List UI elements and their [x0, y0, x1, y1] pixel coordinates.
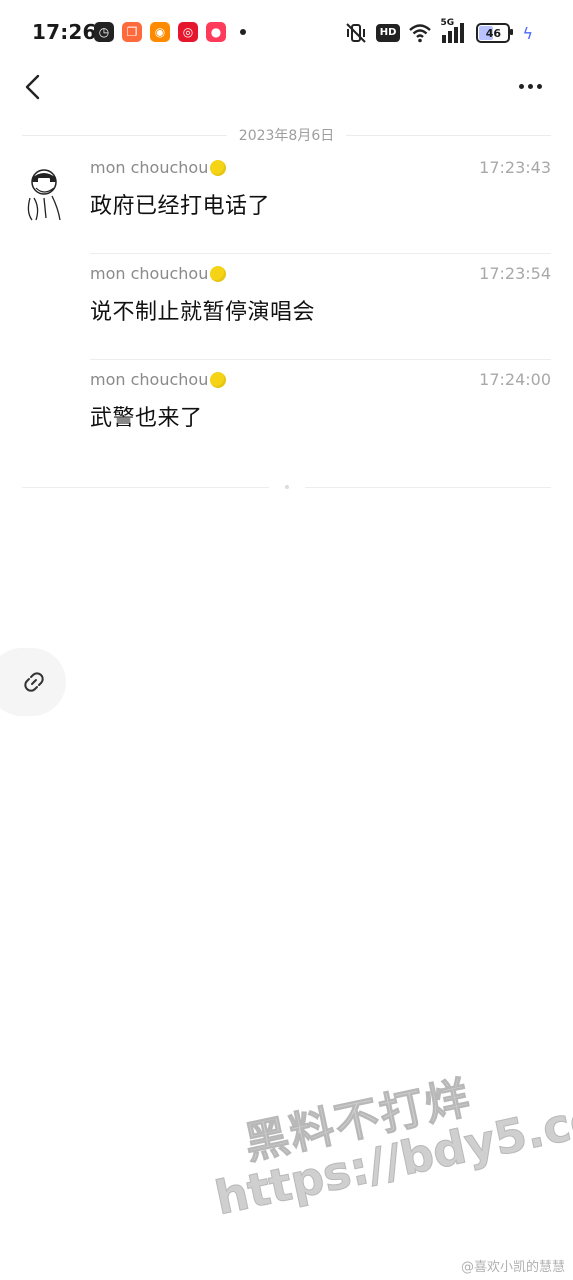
source-credit: @喜欢小凯的慧慧 [460, 1260, 565, 1275]
clock-app-icon: ◷ [94, 22, 114, 42]
weibo-icon: ◎ [178, 22, 198, 42]
message-item[interactable]: mon chouchou 17:23:54 说不制止就暂停演唱会 [90, 254, 551, 360]
sender-name: mon chouchou [90, 264, 227, 283]
wifi-icon [409, 24, 432, 43]
divider-line [346, 134, 552, 136]
emoji-icon [210, 159, 227, 176]
hd-badge: HD [375, 24, 401, 42]
message-time: 17:24:00 [479, 370, 551, 389]
message-time: 17:23:43 [479, 158, 551, 177]
message-item[interactable]: mon chouchou 17:24:00 武警也来了 [90, 360, 551, 466]
mute-vibrate-icon [346, 23, 366, 43]
app-icon-3: ◉ [150, 22, 170, 42]
app-icon-2: ❐ [122, 22, 142, 42]
network-type: 5G [440, 18, 455, 28]
message-text: 政府已经打电话了 [90, 194, 271, 219]
sender-label: mon chouchou [90, 264, 209, 283]
battery-icon: 46 [476, 23, 514, 43]
sender-name: mon chouchou [90, 370, 227, 389]
system-icons: HD 5G 46 ϟ [344, 18, 533, 46]
battery-level: 46 [485, 26, 502, 40]
divider-line [22, 486, 269, 488]
emoji-icon [210, 371, 227, 388]
status-time: 17:26 [32, 20, 97, 44]
date-label: 2023年8月6日 [238, 128, 335, 144]
end-of-messages-divider [22, 485, 551, 489]
message-text: 说不制止就暂停演唱会 [90, 300, 316, 325]
watermark: 黑料不打烊 https://bdy5.co [195, 1029, 573, 1237]
ellipsis-icon[interactable] [519, 76, 547, 96]
sender-label: mon chouchou [90, 370, 209, 389]
link-icon [24, 672, 44, 692]
notification-icons: ◷ ❐ ◉ ◎ ● [94, 22, 246, 42]
status-bar: 17:26 ◷ ❐ ◉ ◎ ● HD 5G 46 ϟ [0, 0, 573, 66]
charging-icon: ϟ [522, 23, 533, 43]
message-item[interactable]: mon chouchou 17:23:43 政府已经打电话了 [90, 148, 551, 254]
chevron-left-icon[interactable] [20, 72, 44, 102]
emoji-icon [210, 265, 227, 282]
chat-header [0, 66, 573, 110]
date-divider: 2023年8月6日 [22, 124, 552, 146]
divider-line [22, 134, 227, 136]
signal-5g-icon: 5G [440, 18, 468, 45]
divider-line [304, 486, 551, 488]
avatar[interactable] [22, 168, 64, 222]
message-text: 武警也来了 [90, 406, 203, 431]
sender-name: mon chouchou [90, 158, 227, 177]
app-icon-5: ● [206, 22, 226, 42]
sender-label: mon chouchou [90, 158, 209, 177]
more-notifications-dot [240, 29, 246, 35]
message-time: 17:23:54 [479, 264, 551, 283]
link-button[interactable] [0, 648, 66, 716]
divider-dot [284, 485, 289, 489]
